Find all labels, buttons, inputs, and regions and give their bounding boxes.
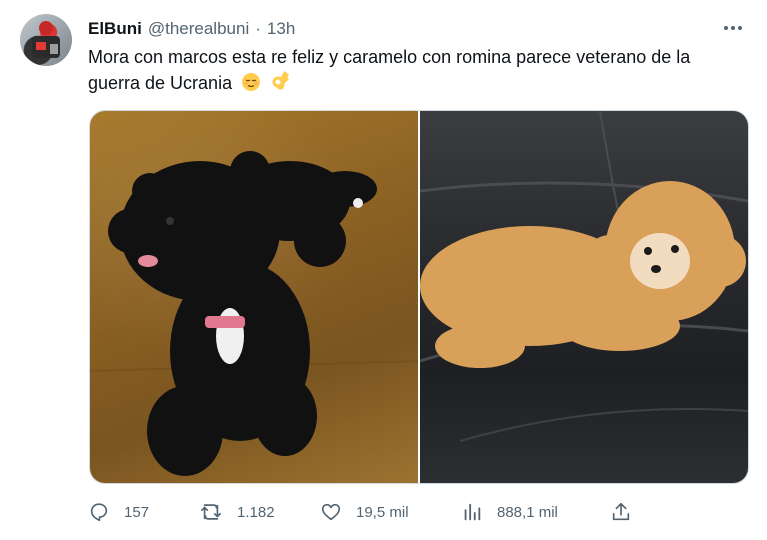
media-grid <box>89 110 749 484</box>
like-action[interactable]: 19,5 mil <box>320 501 409 523</box>
display-name[interactable]: ElBuni <box>88 19 142 39</box>
retweet-action[interactable]: 1.182 <box>199 501 275 523</box>
reply-icon <box>90 503 108 522</box>
tweet-text: Mora con marcos esta re feliz y caramelo… <box>88 44 738 99</box>
reply-count: 157 <box>124 503 150 521</box>
separator-dot: · <box>255 19 261 38</box>
views-count: 888,1 mil <box>497 503 558 521</box>
relieved-face-icon <box>241 72 261 99</box>
avatar[interactable] <box>20 14 72 66</box>
retweet-count: 1.182 <box>237 503 275 521</box>
black-poodle-puppy-photo[interactable] <box>90 111 418 483</box>
tweet-time[interactable]: 13h <box>267 19 295 39</box>
share-icon <box>612 502 630 521</box>
views-action[interactable]: 888,1 mil <box>461 501 558 523</box>
tweet-actions: 157 1.182 19,5 mil 888,1 mil <box>88 498 648 526</box>
tweet-header: ElBuni @therealbuni · 13h <box>88 18 747 40</box>
retweet-icon <box>201 504 221 520</box>
ok-hand-icon <box>270 70 290 99</box>
reply-action[interactable]: 157 <box>88 501 149 523</box>
views-chart-icon <box>464 503 481 521</box>
golden-poodle-on-black-sofa-photo[interactable] <box>420 111 748 483</box>
share-action[interactable] <box>610 501 632 523</box>
user-handle[interactable]: @therealbuni <box>148 19 249 39</box>
tweet-body: Mora con marcos esta re feliz y caramelo… <box>88 47 691 93</box>
like-count: 19,5 mil <box>356 503 409 521</box>
heart-icon <box>321 503 341 521</box>
avatar-image <box>32 21 60 58</box>
more-options-icon[interactable] <box>721 18 745 38</box>
